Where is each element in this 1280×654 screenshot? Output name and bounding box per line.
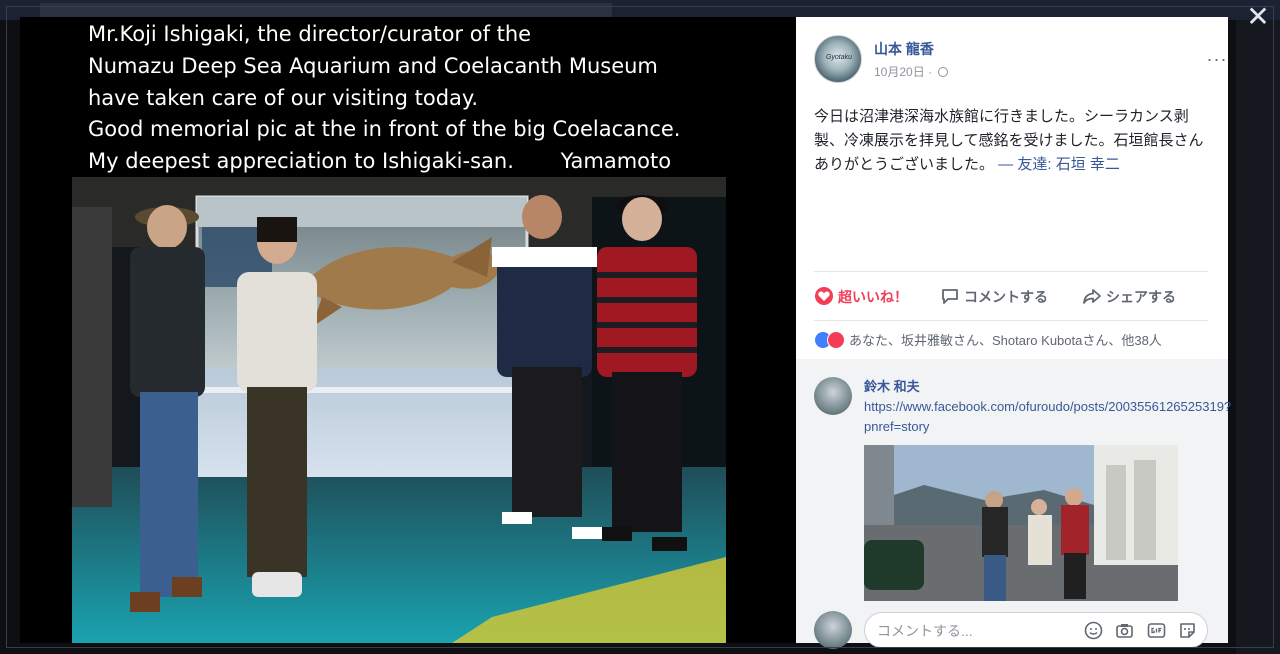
emoji-icon[interactable] [1084, 621, 1103, 640]
caption-line-5: My deepest appreciation to Ishigaki-san.… [88, 149, 672, 174]
caption-line-1: Mr.Koji Ishigaki, the director/curator o… [88, 22, 532, 46]
post-actions-bar: 超いいね！ コメントする シェアする [814, 271, 1208, 321]
comment-attached-photo[interactable] [864, 445, 1178, 601]
comment-photo-image [864, 445, 1178, 601]
comment-input[interactable]: コメントする... [864, 612, 1208, 648]
photo-caption-text: Mr.Koji Ishigaki, the director/curator o… [88, 19, 788, 178]
meta-separator: · [928, 65, 933, 79]
caption-line-2: Numazu Deep Sea Aquarium and Coelacanth … [88, 53, 658, 78]
globe-icon[interactable] [938, 67, 949, 77]
comment-input-placeholder: コメントする... [877, 623, 973, 639]
my-avatar[interactable] [814, 611, 852, 649]
camera-icon[interactable] [1115, 621, 1134, 640]
love-reaction-icon [815, 287, 833, 305]
author-avatar[interactable]: Gyotaku [814, 35, 862, 83]
comment-bubble-icon [942, 289, 958, 304]
more-options-icon[interactable]: ··· [1202, 50, 1232, 68]
like-button[interactable]: 超いいね！ [814, 286, 908, 306]
post-author-name[interactable]: 山本 龍香 [874, 39, 934, 59]
reactions-summary[interactable]: あなた、坂井雅敏さん、Shotaro Kubotaさん、他38人 [814, 331, 1214, 351]
comment-link[interactable]: https://www.facebook.com/ofuroudo/posts/… [864, 399, 1231, 434]
share-arrow-icon [1083, 289, 1101, 304]
post-body: 今日は沼津港深海水族館に行きました。シーラカンス剥製、冷凍展示を拝見して感銘を受… [814, 105, 1214, 177]
comments-section: 鈴木 和夫 https://www.facebook.com/ofuroudo/… [796, 359, 1231, 649]
share-button-label: シェアする [1106, 289, 1176, 305]
comment-button[interactable]: コメントする [940, 286, 1048, 306]
share-button[interactable]: シェアする [1082, 286, 1176, 306]
post-meta: 10月20日 · [874, 63, 949, 80]
like-button-label: 超いいね！ [838, 289, 908, 305]
sticker-icon[interactable] [1178, 621, 1197, 640]
commenter-name[interactable]: 鈴木 和夫 [864, 379, 920, 394]
comment-bubble: 鈴木 和夫 https://www.facebook.com/ofuroudo/… [864, 377, 1231, 437]
love-reaction-small-icon [827, 331, 845, 349]
comment-button-label: コメントする [964, 289, 1048, 305]
caption-line-4: Good memorial pic at the in front of the… [88, 117, 681, 142]
tagged-friend-link[interactable]: 石垣 幸二 [1056, 156, 1120, 173]
commenter-avatar[interactable] [814, 377, 852, 415]
gif-icon[interactable] [1147, 621, 1166, 640]
photo-stage: Mr.Koji Ishigaki, the director/curator o… [20, 17, 796, 643]
caption-line-3: have taken care of our visiting today. [88, 85, 478, 110]
reactions-text: あなた、坂井雅敏さん、Shotaro Kubotaさん、他38人 [849, 333, 1162, 348]
avatar-text: Gyotaku [825, 54, 853, 61]
comment-input-icons [1076, 621, 1197, 641]
tag-prefix: — 友達: [994, 156, 1056, 173]
group-photo[interactable] [72, 177, 726, 643]
close-icon[interactable]: ✕ [1244, 3, 1272, 32]
right-sidebar-dimmed [1236, 20, 1280, 654]
post-side-panel: Gyotaku 山本 龍香 10月20日 · ··· 今日は沼津港深海水族館に行… [796, 17, 1231, 649]
post-header: Gyotaku 山本 龍香 10月20日 · ··· [814, 35, 1226, 83]
post-date[interactable]: 10月20日 [874, 65, 925, 79]
group-photo-image [72, 177, 726, 643]
